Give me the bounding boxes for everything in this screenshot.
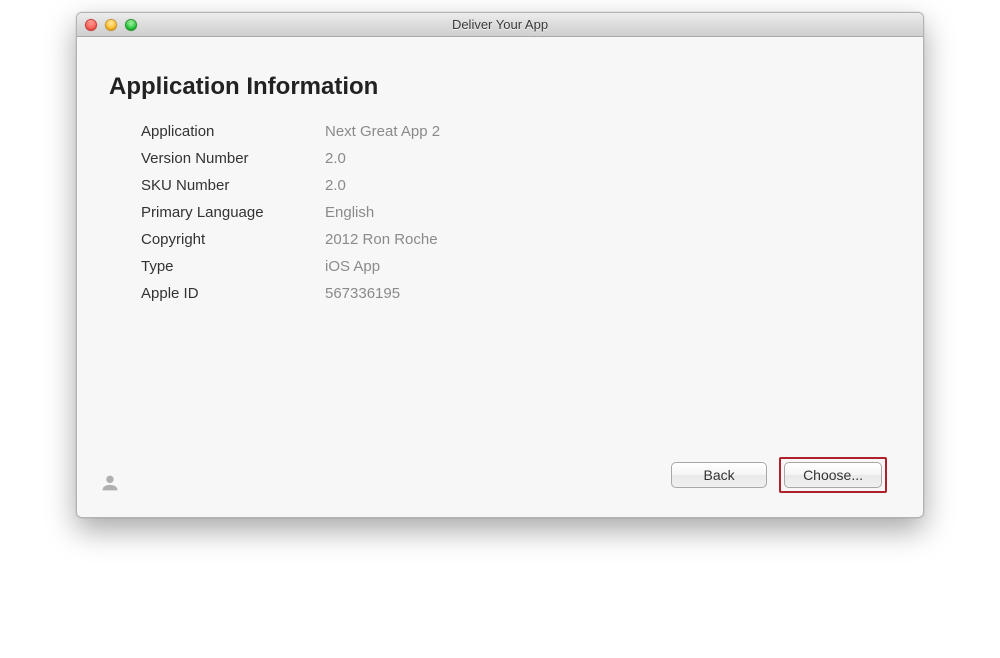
app-window: Deliver Your App Application Information… — [76, 12, 924, 518]
info-value-application: Next Great App 2 — [325, 123, 440, 140]
info-value-copyright: 2012 Ron Roche — [325, 231, 438, 248]
choose-highlight: Choose... — [779, 457, 887, 493]
info-label-sku: SKU Number — [141, 177, 325, 194]
back-button[interactable]: Back — [671, 462, 767, 488]
info-table: Application Next Great App 2 Version Num… — [141, 123, 887, 312]
info-row: SKU Number 2.0 — [141, 177, 887, 194]
info-row: Type iOS App — [141, 258, 887, 275]
info-row: Primary Language English — [141, 204, 887, 221]
window-title: Deliver Your App — [77, 17, 923, 32]
info-value-sku: 2.0 — [325, 177, 346, 194]
info-label-type: Type — [141, 258, 325, 275]
content-area: Application Information Application Next… — [77, 37, 923, 517]
button-bar: Back Choose... — [671, 457, 887, 493]
info-row: Application Next Great App 2 — [141, 123, 887, 140]
info-row: Copyright 2012 Ron Roche — [141, 231, 887, 248]
minimize-button[interactable] — [105, 19, 117, 31]
info-value-version: 2.0 — [325, 150, 346, 167]
choose-button[interactable]: Choose... — [784, 462, 882, 488]
info-label-version: Version Number — [141, 150, 325, 167]
info-value-type: iOS App — [325, 258, 380, 275]
info-value-language: English — [325, 204, 374, 221]
info-label-application: Application — [141, 123, 325, 140]
user-icon — [99, 472, 121, 499]
zoom-button[interactable] — [125, 19, 137, 31]
footer: Back Choose... — [113, 437, 887, 493]
info-label-appleid: Apple ID — [141, 285, 325, 302]
info-label-copyright: Copyright — [141, 231, 325, 248]
info-row: Apple ID 567336195 — [141, 285, 887, 302]
info-row: Version Number 2.0 — [141, 150, 887, 167]
close-button[interactable] — [85, 19, 97, 31]
info-value-appleid: 567336195 — [325, 285, 400, 302]
titlebar: Deliver Your App — [77, 13, 923, 37]
info-label-language: Primary Language — [141, 204, 325, 221]
traffic-lights — [85, 19, 137, 31]
page-heading: Application Information — [109, 73, 887, 101]
